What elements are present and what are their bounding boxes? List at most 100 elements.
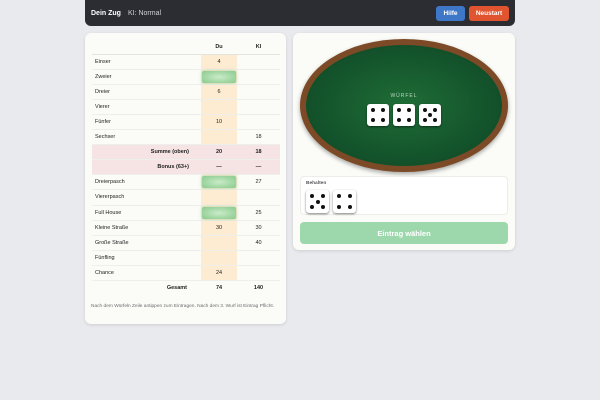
die-pip [337, 204, 342, 209]
ai-level-label: KI: Normal [127, 9, 162, 17]
total-label: Gesamt [166, 285, 187, 292]
score-row[interactable]: Full House 25 [92, 205, 280, 221]
score-option-highlight[interactable] [202, 206, 236, 219]
die-pip [320, 194, 325, 199]
score-cell-you: 20 [215, 149, 223, 156]
die-pip [407, 118, 412, 123]
score-table-header: Du KI [92, 40, 280, 56]
score-row-label: Dreier [95, 89, 110, 96]
score-row[interactable]: Chance 24 [92, 265, 280, 281]
score-cell-ai: 27 [255, 179, 262, 186]
die[interactable] [419, 104, 441, 126]
subtotal-row: Summe (oben) 20 18 [92, 145, 280, 161]
score-row-label: Zweier [95, 74, 112, 81]
instructions-text: Nach dem Würfeln Zeile antippen zum Eint… [91, 304, 275, 309]
subtotal-row: Bonus (63+) — — [92, 160, 280, 176]
score-option-highlight[interactable] [202, 71, 236, 84]
die[interactable] [393, 104, 415, 126]
die-pip [347, 204, 352, 209]
score-option-cell[interactable] [201, 175, 237, 190]
score-row-label: Viererpasch [95, 194, 125, 201]
die-pip [370, 118, 375, 123]
score-row-label: Fünfling [95, 254, 115, 261]
score-cell-ai: 40 [255, 239, 262, 246]
die-pip [422, 107, 427, 112]
die-pip [320, 204, 325, 209]
score-cell-you: 24 [201, 265, 237, 280]
score-row[interactable]: Einser 4 [92, 55, 280, 71]
total-you: 74 [215, 285, 223, 292]
dice-label: WÜRFEL [390, 93, 418, 99]
die-pip [407, 107, 412, 112]
total-row: Gesamt 74 140 [92, 281, 280, 296]
score-cell-ai: 25 [255, 209, 262, 216]
score-row[interactable]: Große Straße 40 [92, 235, 280, 251]
held-dice-box: Behalten [300, 176, 508, 215]
die-pip [396, 118, 401, 123]
score-cell-you: 10 [201, 115, 237, 130]
die-pip [310, 194, 315, 199]
score-row[interactable]: Viererpasch [92, 190, 280, 206]
score-row-label: Kleine Straße [95, 224, 129, 231]
restart-button[interactable]: Neustart [469, 5, 509, 21]
score-cell-you [201, 235, 237, 250]
dice-panel: WÜRFEL Behalten Eintrag wählen [293, 33, 515, 250]
score-row-label: Summe (oben) [150, 149, 189, 156]
score-row-label: Große Straße [95, 239, 129, 246]
score-cell-you: 6 [201, 85, 237, 100]
score-cell-you [201, 130, 237, 145]
score-cell-ai: 18 [255, 134, 262, 141]
score-table: Du KI Einser 4 Zweier Dreier 6 Vierer Fünfer 10… [92, 40, 280, 296]
score-row[interactable]: Sechser 18 [92, 130, 280, 146]
score-cell-you [201, 100, 237, 115]
score-option-cell[interactable] [201, 205, 237, 220]
held-dice [306, 190, 356, 213]
score-row-label: Einser [95, 59, 111, 66]
score-option-cell[interactable] [201, 70, 237, 85]
die[interactable] [306, 190, 329, 213]
die-pip [381, 118, 386, 123]
score-row-label: Full House [95, 209, 122, 216]
die-pip [428, 113, 432, 117]
rolled-dice [306, 104, 502, 126]
score-cell-you: 4 [201, 55, 237, 70]
die-pip [315, 199, 320, 204]
score-option-highlight[interactable] [202, 176, 236, 189]
dice-table: WÜRFEL [300, 39, 508, 172]
score-row[interactable]: Fünfer 10 [92, 115, 280, 131]
held-label: Behalten [306, 181, 327, 186]
die-pip [347, 194, 352, 199]
scorecard-panel: Du KI Einser 4 Zweier Dreier 6 Vierer Fünfer 10… [85, 33, 286, 324]
score-row-label: Chance [95, 269, 114, 276]
score-row[interactable]: Dreier 6 [92, 85, 280, 101]
die-pip [310, 204, 315, 209]
score-cell-you [201, 190, 237, 205]
die[interactable] [333, 190, 356, 213]
score-row[interactable]: Kleine Straße 30 30 [92, 220, 280, 236]
die[interactable] [367, 104, 389, 126]
score-row-label: Vierer [95, 104, 110, 111]
score-row[interactable]: Fünfling [92, 250, 280, 266]
die-pip [433, 107, 438, 112]
score-cell-you [201, 250, 237, 265]
die-pip [422, 118, 427, 123]
score-row[interactable]: Vierer [92, 100, 280, 116]
score-cell-ai: 30 [255, 224, 262, 231]
score-row-label: Fünfer [95, 119, 111, 126]
score-cell-ai: 18 [255, 149, 262, 156]
die-pip [433, 118, 438, 123]
die-pip [396, 107, 401, 112]
score-row-label: Bonus (63+) [157, 164, 189, 171]
die-pip [370, 107, 375, 112]
choose-entry-button[interactable]: Eintrag wählen [300, 222, 508, 244]
score-cell-ai: — [255, 164, 262, 171]
score-row[interactable]: Dreierpasch 27 [92, 175, 280, 191]
dice-table-felt: WÜRFEL [306, 45, 502, 166]
top-bar: Dein Zug KI: Normal Hilfe Neustart [85, 0, 515, 26]
total-ai: 140 [253, 285, 264, 292]
help-button[interactable]: Hilfe [436, 5, 465, 21]
column-header-ai: KI [255, 44, 262, 51]
score-row-label: Sechser [95, 134, 116, 141]
score-row[interactable]: Zweier [92, 70, 280, 86]
column-header-you: Du [215, 44, 223, 51]
